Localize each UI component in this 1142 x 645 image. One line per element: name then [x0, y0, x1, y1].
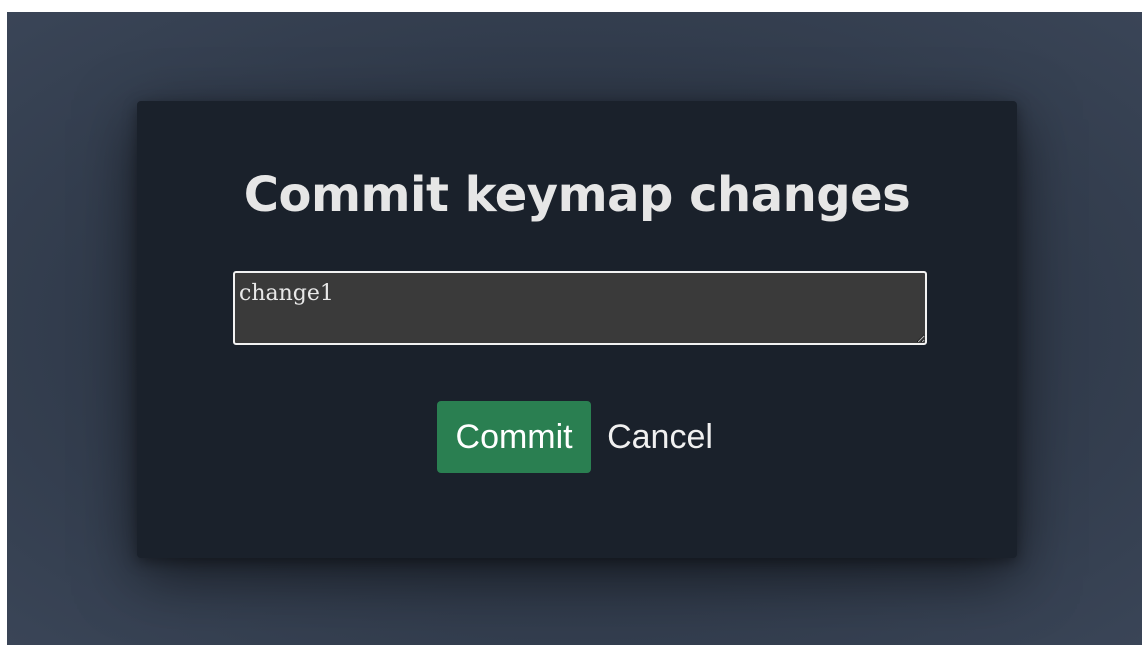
cancel-button[interactable]: Cancel: [603, 401, 717, 473]
dialog-title: Commit keymap changes: [243, 167, 911, 223]
commit-button[interactable]: Commit: [437, 401, 592, 473]
commit-message-input[interactable]: [233, 271, 927, 345]
modal-backdrop: Commit keymap changes Commit Cancel: [7, 12, 1142, 645]
commit-dialog: Commit keymap changes Commit Cancel: [137, 101, 1017, 558]
dialog-actions: Commit Cancel: [137, 401, 1017, 473]
